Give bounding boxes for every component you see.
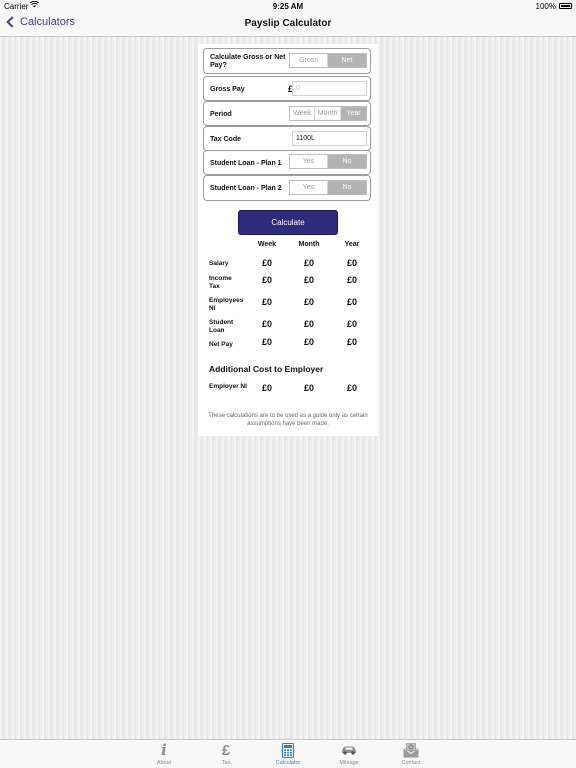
employees-ni-month-value: £0 [303, 297, 314, 307]
result-label-employer-ni: Employer NI [209, 383, 247, 390]
student-loan-plan1-label: Student Loan - Plan 1 [210, 160, 282, 167]
tab-contact-label: Contact [401, 760, 421, 766]
period-row: Period Week Month Year [203, 101, 371, 126]
segment-week[interactable]: Week [290, 107, 315, 120]
result-label-employees-ni: Employees NI [209, 297, 244, 312]
tab-about[interactable]: i About [139, 740, 189, 768]
segment-net[interactable]: Net [328, 54, 366, 67]
segment-gross[interactable]: Gross [290, 54, 328, 67]
net-pay-month-value: £0 [303, 337, 314, 347]
student-loan-plan1-segmented-control: Yes No [289, 154, 367, 169]
student-loan-plan1-row: Student Loan - Plan 1 Yes No [203, 150, 371, 175]
tab-bar: i About £ Tax Calculator Mileage Contact [0, 739, 576, 768]
tax-code-row: Tax Code 1100L [203, 126, 371, 151]
gross-net-segmented-control: Gross Net [289, 53, 367, 68]
result-label-student-loan: Student Loan [209, 319, 234, 334]
segment-plan2-no[interactable]: No [328, 181, 366, 194]
column-header-week: Week [257, 241, 277, 248]
result-label-income-tax: Income Tax [209, 275, 232, 290]
disclaimer-text: These calculations are to be used as a g… [208, 413, 368, 427]
tab-tax-label: Tax [221, 760, 231, 766]
salary-week-value: £0 [261, 258, 272, 268]
student-loan-month-value: £0 [303, 319, 314, 329]
income-tax-month-value: £0 [303, 275, 314, 285]
gross-pay-label: Gross Pay [210, 86, 245, 93]
calculator-panel: Calculate Gross or Net Pay? Gross Net Gr… [198, 44, 378, 436]
income-tax-year-value: £0 [346, 275, 357, 285]
tab-contact[interactable]: Contact [386, 740, 436, 768]
income-tax-week-value: £0 [261, 275, 272, 285]
segment-year[interactable]: Year [341, 107, 366, 120]
segment-plan1-no[interactable]: No [328, 155, 366, 168]
student-loan-plan2-label: Student Loan - Plan 2 [210, 185, 282, 192]
student-loan-week-value: £0 [261, 319, 272, 329]
student-loan-plan2-segmented-control: Yes No [289, 180, 367, 195]
segment-plan2-yes[interactable]: Yes [290, 181, 328, 194]
tab-mileage[interactable]: Mileage [324, 740, 374, 768]
gross-pay-row: Gross Pay £ 0 [203, 76, 371, 101]
calculate-button[interactable]: Calculate [238, 210, 338, 235]
student-loan-year-value: £0 [346, 319, 357, 329]
column-header-year: Year [344, 241, 360, 248]
tab-tax[interactable]: £ Tax [201, 740, 251, 768]
tab-calculator[interactable]: Calculator [263, 740, 313, 768]
gross-net-row: Calculate Gross or Net Pay? Gross Net [203, 48, 371, 74]
salary-year-value: £0 [346, 258, 357, 268]
gross-net-label: Calculate Gross or Net Pay? [210, 54, 286, 69]
pound-icon: £ [221, 741, 231, 759]
tab-mileage-label: Mileage [339, 760, 359, 766]
result-label-net-pay: Net Pay [209, 341, 233, 348]
net-pay-year-value: £0 [346, 337, 357, 347]
car-icon [324, 742, 374, 758]
student-loan-plan2-row: Student Loan - Plan 2 Yes No [203, 175, 371, 201]
employees-ni-week-value: £0 [261, 297, 272, 307]
battery-icon [559, 3, 572, 9]
calculator-icon [263, 742, 313, 758]
period-label: Period [210, 111, 232, 118]
info-icon: i [161, 741, 167, 759]
battery-percent: 100% [535, 2, 556, 11]
segment-plan1-yes[interactable]: Yes [290, 155, 328, 168]
status-time: 9:25 AM [272, 2, 304, 11]
salary-month-value: £0 [303, 258, 314, 268]
employer-ni-month-value: £0 [303, 383, 314, 393]
result-label-salary: Salary [209, 260, 229, 267]
column-header-month: Month [298, 241, 320, 248]
period-segmented-control: Week Month Year [289, 106, 367, 121]
tab-about-label: About [156, 760, 172, 766]
additional-cost-title: Additional Cost to Employer [209, 364, 324, 374]
tax-code-label: Tax Code [210, 136, 241, 143]
net-pay-week-value: £0 [261, 337, 272, 347]
employer-ni-week-value: £0 [261, 383, 272, 393]
segment-month[interactable]: Month [315, 107, 341, 120]
tax-code-input[interactable]: 1100L [292, 131, 367, 146]
navigation-bar: Calculators Payslip Calculator [0, 12, 576, 37]
gross-pay-input[interactable]: 0 [292, 81, 367, 96]
employees-ni-year-value: £0 [346, 297, 357, 307]
status-bar: Carrier 9:25 AM 100% [0, 0, 576, 12]
page-title: Payslip Calculator [244, 18, 332, 29]
tab-calculator-label: Calculator [275, 760, 301, 766]
employer-ni-year-value: £0 [346, 383, 357, 393]
mail-icon [386, 742, 436, 758]
